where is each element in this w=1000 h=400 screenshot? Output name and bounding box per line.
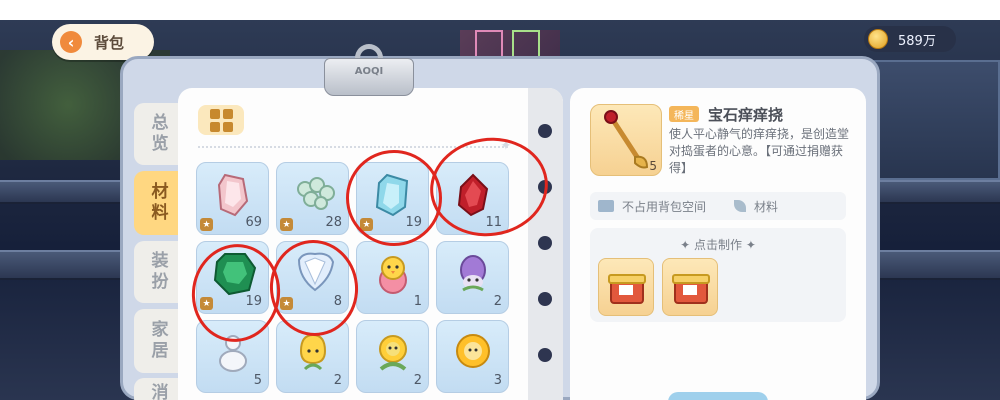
tag-type: 材料 [754,199,779,214]
chick-flower-icon [379,256,407,294]
rarity-star-icon: ★ [200,218,213,231]
background-building [870,60,1000,180]
item-quantity: 5 [253,373,262,388]
clip-plate [324,58,414,96]
gift-box-icon [608,274,646,304]
tab-label: 家居 [147,320,168,362]
tab-label: 总览 [147,113,168,155]
tab-label: 装扮 [147,251,168,293]
currency-amount: 589万 [898,33,936,49]
item-slot-green-bubbles[interactable]: ★ 28 [276,162,349,235]
tab-materials[interactable]: 材料 [134,171,182,235]
tab-consumables[interactable]: 消 [134,378,182,400]
back-button[interactable]: ‹ 背包 [52,24,154,60]
craft-recipe-button[interactable] [598,258,654,316]
item-slot-sunflower[interactable]: 3 [436,320,509,393]
item-quantity: 5 [649,159,657,173]
backpack-icon [598,200,614,212]
item-slot-pink-crystal[interactable]: ★ 69 [196,162,269,235]
grid-square [209,121,220,132]
coin-icon [868,29,888,49]
rarity-star-icon: ★ [280,218,293,231]
item-quantity: 69 [245,215,262,230]
action-button[interactable] [668,392,768,400]
sunflower-icon [456,334,490,368]
lavender-sprite-icon [460,255,486,292]
item-quantity: 2 [333,373,342,388]
item-quantity: 2 [493,294,502,309]
item-quantity: 3 [493,373,502,388]
grid-square [222,121,233,132]
tab-furniture[interactable]: 家居 [134,309,182,373]
binder-ring [538,348,552,362]
item-slot-lavender-sprite[interactable]: 2 [436,241,509,314]
grid-square [222,108,233,119]
sunflower-bud-icon [379,335,407,371]
grid-square [209,108,220,119]
yellow-tulip-icon [299,333,327,371]
craft-title: ✦ 点击制作 ✦ [680,238,756,252]
tag-storage: 不占用背包空间 [622,199,707,214]
item-slot-chick-flower[interactable]: 1 [356,241,429,314]
tab-label: 消 [147,382,168,400]
clipboard-clip: AOQI [324,44,414,96]
binder-ring [538,292,552,306]
tab-outfits[interactable]: 装扮 [134,241,182,303]
tab-overview[interactable]: 总览 [134,103,182,165]
jeweled-backscratcher-icon [604,110,649,169]
currency-display: 589万 [864,26,956,52]
selected-item-icon: 5 [590,104,662,176]
grid-view-button[interactable] [198,105,244,135]
rarity-badge: 稀星 [669,106,699,122]
gift-box-icon [672,274,710,304]
item-description: 使人平心静气的痒痒挠，是创造堂对捣蛋者的心意。【可通过捐赠获得】 [669,127,850,175]
item-quantity: 1 [413,294,422,309]
item-quantity: 28 [325,215,342,230]
item-quantity: 2 [413,373,422,388]
green-bubbles-icon [297,177,335,210]
clip-logo: AOQI [354,66,384,77]
craft-recipe-button[interactable] [662,258,718,316]
item-slot-sunflower-bud[interactable]: 2 [356,320,429,393]
craft-title-text: 点击制作 [693,238,742,252]
back-arrow-icon: ‹ [60,31,82,53]
material-icon [734,200,747,212]
tab-label: 材料 [147,182,168,224]
item-tags: 不占用背包空间 材料 [590,192,846,220]
back-label: 背包 [94,33,125,52]
binder-ring [538,236,552,250]
pink-crystal-icon [217,173,249,217]
item-name: 宝石痒痒挠 [708,106,784,124]
binder-ring [538,124,552,138]
